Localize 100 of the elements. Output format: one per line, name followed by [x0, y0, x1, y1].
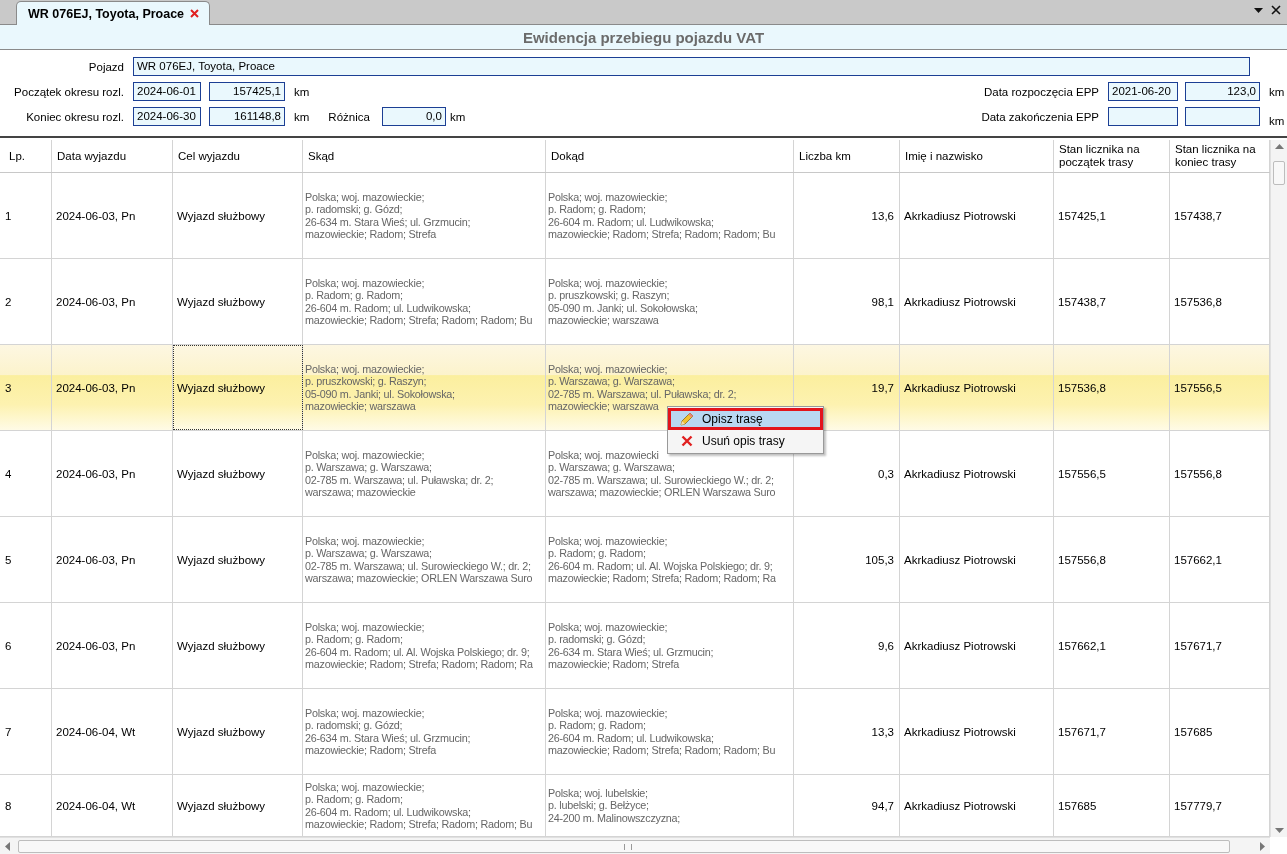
column-header[interactable]: Liczba km	[794, 140, 900, 172]
vertical-scrollbar[interactable]	[1270, 140, 1287, 837]
table-cell: 157536,8	[1054, 345, 1170, 430]
table-cell: 157685	[1054, 775, 1170, 836]
table-cell: 157662,1	[1054, 603, 1170, 688]
column-header[interactable]: Skąd	[303, 140, 546, 172]
table-cell: 2024-06-04, Wt	[52, 689, 173, 774]
table-row[interactable]	[0, 603, 1270, 689]
unit-label: km	[448, 110, 466, 123]
document-tab[interactable]: WR 076EJ, Toyota, Proace	[16, 1, 211, 25]
table-cell: 1	[0, 173, 52, 258]
table-cell: Akrkadiusz Piotrowski	[900, 345, 1054, 430]
address-cell: Polska; woj. lubelskie; p. lubelski; g. Bełżyce; 24-200 m. Malinowszczyzna;	[546, 775, 794, 836]
table-cell: 8	[0, 775, 52, 836]
table-row[interactable]	[0, 689, 1270, 775]
table-cell: Wyjazd służbowy	[173, 517, 303, 602]
table-cell: Akrkadiusz Piotrowski	[900, 431, 1054, 516]
column-header[interactable]: Dokąd	[546, 140, 794, 172]
table-cell: Wyjazd służbowy	[173, 775, 303, 836]
address-cell: Polska; woj. mazowieckie; p. radomski; g. Gózd; 26-634 m. Stara Wieś; ul. Grzmucin; mazowieckie; Radom; Strefa	[303, 173, 546, 258]
address-cell: Polska; woj. mazowieckie; p. pruszkowski; g. Raszyn; 05-090 m. Janki; ul. Sokołowska; mazowieckie; warszawa	[303, 345, 546, 430]
table-row[interactable]	[0, 517, 1270, 603]
date-field[interactable]: 2024-06-01	[133, 82, 201, 101]
table-cell: Akrkadiusz Piotrowski	[900, 173, 1054, 258]
table-cell: Akrkadiusz Piotrowski	[900, 775, 1054, 836]
table-cell: 2024-06-03, Pn	[52, 345, 173, 430]
table-row[interactable]	[0, 775, 1270, 837]
address-cell: Polska; woj. mazowieckie; p. Radom; g. Radom; 26-604 m. Radom; ul. Ludwikowska; mazowieckie; Radom; Strefa; Radom; Radom; Bu	[546, 173, 794, 258]
menu-item[interactable]: Opisz trasę	[668, 408, 823, 430]
table-cell: Wyjazd służbowy	[173, 259, 303, 344]
address-cell: Polska; woj. mazowieckie; p. Radom; g. Radom; 26-604 m. Radom; ul. Al. Wojska Polskiego; dr. 9; mazowieckie; Radom; Strefa; Radom; Radom; Ra	[546, 517, 794, 602]
pencil-icon	[679, 411, 695, 427]
table-cell: Wyjazd służbowy	[173, 603, 303, 688]
address-cell: Polska; woj. mazowieckie; p. Radom; g. Radom; 26-604 m. Radom; ul. Al. Wojska Polskiego; dr. 9; mazowieckie; Radom; Strefa; Radom; Radom; Ra	[303, 603, 546, 688]
table-cell: 157556,5	[1054, 431, 1170, 516]
scroll-up-arrow-icon[interactable]	[1275, 144, 1284, 149]
column-header[interactable]: Lp.	[0, 140, 52, 172]
scroll-left-arrow-icon[interactable]	[5, 842, 10, 851]
unit-label: km	[1268, 113, 1286, 127]
table-cell: Wyjazd służbowy	[173, 345, 303, 430]
mileage-field[interactable]: 161148,8	[209, 107, 285, 126]
table-cell: 157425,1	[1054, 173, 1170, 258]
address-cell: Polska; woj. mazowieckie; p. Warszawa; g. Warszawa; 02-785 m. Warszawa; ul. Surowieckiego W.; dr. 2; warszawa; mazowieckie; ORLEN Warszawa Suro	[303, 517, 546, 602]
table-cell: 94,7	[794, 775, 900, 836]
scroll-right-arrow-icon[interactable]	[1260, 842, 1265, 851]
field-label: Początek okresu rozl.	[13, 85, 125, 98]
table-cell: Akrkadiusz Piotrowski	[900, 603, 1054, 688]
address-cell: Polska; woj. mazowieckie; p. radomski; g. Gózd; 26-634 m. Stara Wieś; ul. Grzmucin; mazowieckie; Radom; Strefa	[546, 603, 794, 688]
form-title: Ewidencja przebiegu pojazdu VAT	[522, 28, 765, 46]
address-cell: Polska; woj. mazowieckie; p. Warszawa; g. Warszawa; 02-785 m. Warszawa; ul. Puławska; dr. 2; warszawa; mazowieckie	[303, 431, 546, 516]
delete-icon	[681, 435, 693, 447]
close-icon[interactable]	[1271, 5, 1281, 15]
column-header[interactable]: Data wyjazdu	[52, 140, 173, 172]
table-cell: Akrkadiusz Piotrowski	[900, 689, 1054, 774]
difference-field[interactable]: 0,0	[381, 107, 446, 126]
scroll-thumb[interactable]	[1273, 161, 1285, 185]
table-row[interactable]	[0, 259, 1270, 345]
mileage-field[interactable]	[1185, 107, 1260, 126]
table-cell: 4	[0, 431, 52, 516]
mileage-field[interactable]: 157425,1	[209, 82, 285, 101]
address-cell: Polska; woj. mazowieckie; p. Radom; g. Radom; 26-604 m. Radom; ul. Ludwikowska; mazowieckie; Radom; Strefa; Radom; Radom; Bu	[546, 689, 794, 774]
table-cell: Akrkadiusz Piotrowski	[900, 259, 1054, 344]
address-cell: Polska; woj. mazowieckie; p. radomski; g. Gózd; 26-634 m. Stara Wieś; ul. Grzmucin; mazowieckie; Radom; Strefa	[303, 689, 546, 774]
table-cell: 2024-06-03, Pn	[52, 259, 173, 344]
table-cell: 157438,7	[1054, 259, 1170, 344]
vehicle-field[interactable]: WR 076EJ, Toyota, Proace	[133, 57, 1250, 76]
table-cell: 2024-06-03, Pn	[52, 603, 173, 688]
field-label: Koniec okresu rozl.	[25, 110, 125, 123]
table-cell: 157556,8	[1054, 517, 1170, 602]
scroll-thumb[interactable]	[18, 840, 1230, 853]
column-header[interactable]: Imię i nazwisko	[900, 140, 1054, 172]
table-cell: 157671,7	[1054, 689, 1170, 774]
dropdown-arrow-icon[interactable]	[1254, 7, 1263, 13]
date-field[interactable]: 2024-06-30	[133, 107, 201, 126]
date-field[interactable]: 2021-06-20	[1108, 82, 1178, 101]
mileage-field[interactable]: 123,0	[1185, 82, 1260, 101]
table-cell: 98,1	[794, 259, 900, 344]
field-label: Data rozpoczęcia EPP	[982, 85, 1100, 98]
unit-label: km	[293, 110, 311, 123]
scroll-down-arrow-icon[interactable]	[1275, 828, 1284, 833]
table-row[interactable]	[0, 431, 1270, 517]
table-cell: 2	[0, 259, 52, 344]
field-label: Pojazd	[87, 60, 125, 73]
table-cell: Wyjazd służbowy	[173, 431, 303, 516]
table-row[interactable]	[0, 173, 1270, 259]
table-cell: Wyjazd służbowy	[173, 173, 303, 258]
horizontal-scrollbar[interactable]	[0, 837, 1270, 854]
table-cell: 2024-06-03, Pn	[52, 173, 173, 258]
table-cell: 2024-06-03, Pn	[52, 517, 173, 602]
table-row[interactable]	[0, 345, 1270, 431]
table-cell: 9,6	[794, 603, 900, 688]
table-cell: 2024-06-04, Wt	[52, 775, 173, 836]
column-header[interactable]: Stan licznika na początek trasy	[1054, 140, 1170, 172]
date-field[interactable]	[1108, 107, 1178, 126]
table-cell: 2024-06-03, Pn	[52, 431, 173, 516]
table-cell: 6	[0, 603, 52, 688]
table-cell: 13,3	[794, 689, 900, 774]
unit-label: km	[1268, 85, 1286, 98]
column-header[interactable]: Cel wyjazdu	[173, 140, 303, 172]
table-cell: Akrkadiusz Piotrowski	[900, 517, 1054, 602]
